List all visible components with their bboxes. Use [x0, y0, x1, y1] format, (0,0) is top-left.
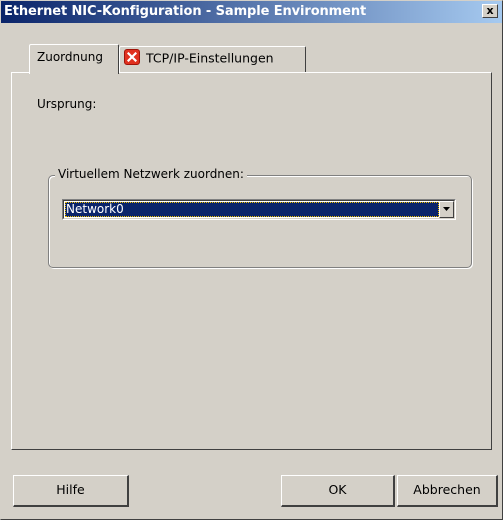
help-button[interactable]: Hilfe — [13, 475, 129, 507]
network-select-frame: Network0 — [63, 200, 455, 219]
error-icon — [124, 49, 140, 65]
dialog-window: Ethernet NIC-Konfiguration - Sample Envi… — [0, 0, 503, 520]
tab-tcpip-label: TCP/IP-Einstellungen — [146, 50, 274, 66]
network-group-label: Virtuellem Netzwerk zuordnen: — [55, 167, 247, 181]
close-icon: x — [486, 4, 494, 17]
network-select-value: Network0 — [65, 202, 439, 217]
chevron-down-icon — [443, 207, 450, 211]
tab-zuordnung[interactable]: Zuordnung — [29, 44, 119, 74]
close-button[interactable]: x — [482, 4, 498, 18]
network-group-box: Virtuellem Netzwerk zuordnen: Network0 — [48, 167, 472, 268]
tab-panel: Ursprung: Virtuellem Netzwerk zuordnen: … — [11, 72, 492, 450]
ok-button[interactable]: OK — [281, 475, 395, 507]
tab-zuordnung-label: Zuordnung — [37, 50, 103, 64]
cancel-button[interactable]: Abbrechen — [397, 475, 498, 507]
dropdown-button[interactable] — [439, 201, 454, 218]
origin-label: Ursprung: — [37, 97, 97, 111]
tab-tcpip-einstellungen[interactable]: TCP/IP-Einstellungen — [119, 46, 306, 72]
network-select[interactable]: Network0 — [62, 199, 456, 220]
title-bar[interactable]: Ethernet NIC-Konfiguration - Sample Envi… — [1, 1, 502, 23]
window-title: Ethernet NIC-Konfiguration - Sample Envi… — [4, 4, 367, 19]
